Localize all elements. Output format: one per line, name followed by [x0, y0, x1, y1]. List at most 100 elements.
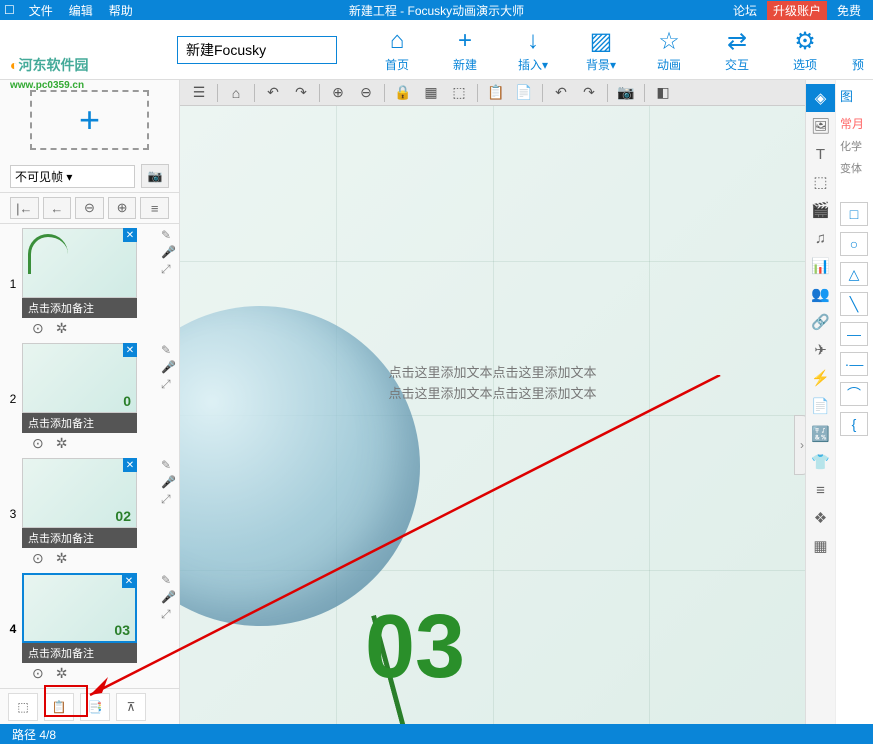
shape-circle[interactable]: ○	[840, 232, 868, 256]
nav-options[interactable]: ⚙选项	[775, 26, 835, 73]
slide-note[interactable]: 点击添加备注	[22, 413, 137, 433]
mic-icon[interactable]: 🎤	[161, 245, 175, 259]
canvas[interactable]: 03 点击这里添加文本点击这里添加文本 点击这里添加文本点击这里添加文本 ›	[180, 106, 805, 724]
tb-home[interactable]: ⌂	[223, 82, 249, 104]
close-icon[interactable]: ✕	[123, 458, 137, 472]
edit-icon[interactable]: ✎	[161, 458, 175, 472]
settings-icon[interactable]: ✲	[56, 550, 68, 567]
expand-icon[interactable]: ⤢	[161, 377, 175, 391]
shape-dashline[interactable]: ·—	[840, 352, 868, 376]
project-name-input[interactable]	[177, 36, 337, 64]
visibility-select[interactable]: 不可见帧 ▾	[10, 165, 135, 188]
menu-help[interactable]: 帮助	[101, 2, 141, 19]
panel-sublabel[interactable]: 变体	[840, 160, 869, 176]
nav-first[interactable]: |←	[10, 197, 39, 219]
tb-undo2[interactable]: ↶	[548, 82, 574, 104]
shape-hline[interactable]: —	[840, 322, 868, 346]
nav-new[interactable]: +新建	[435, 26, 495, 73]
slide-note[interactable]: 点击添加备注	[22, 298, 137, 318]
shape-line[interactable]: ╲	[840, 292, 868, 316]
play-icon[interactable]: ⊙	[32, 320, 44, 337]
text-placeholder[interactable]: 点击这里添加文本点击这里添加文本 点击这里添加文本点击这里添加文本	[388, 363, 596, 405]
rtool-people[interactable]: 👥	[806, 280, 835, 308]
close-icon[interactable]: ✕	[122, 574, 136, 588]
shape-triangle[interactable]: △	[840, 262, 868, 286]
panel-label[interactable]: 常月	[840, 115, 869, 132]
mic-icon[interactable]: 🎤	[161, 590, 175, 604]
bottom-btn-3[interactable]: 📑	[80, 693, 110, 721]
rtool-symbol[interactable]: 🔣	[806, 420, 835, 448]
bottom-btn-1[interactable]: ⬚	[8, 693, 38, 721]
mic-icon[interactable]: 🎤	[161, 475, 175, 489]
rtool-video[interactable]: 🎬	[806, 196, 835, 224]
rtool-shape[interactable]: ◈	[806, 84, 835, 112]
slide-thumbnail[interactable]: 02 ✕	[22, 458, 137, 528]
edit-icon[interactable]: ✎	[161, 228, 175, 242]
play-icon[interactable]: ⊙	[32, 550, 44, 567]
nav-menu[interactable]: ≡	[140, 197, 169, 219]
nav-preview[interactable]: 预	[843, 26, 873, 73]
upgrade-button[interactable]: 升级账户	[767, 1, 827, 20]
slide-note[interactable]: 点击添加备注	[22, 528, 137, 548]
bottom-btn-2[interactable]: 📋	[44, 693, 74, 721]
tb-zoomin[interactable]: ⊕	[325, 82, 351, 104]
nav-prev[interactable]: ←	[43, 197, 72, 219]
expand-icon[interactable]: ⤢	[161, 262, 175, 276]
settings-icon[interactable]: ✲	[56, 435, 68, 452]
forum-link[interactable]: 论坛	[725, 2, 765, 19]
free-link[interactable]: 免费	[829, 2, 869, 19]
nav-animation[interactable]: ☆动画	[639, 26, 699, 73]
rtool-text[interactable]: T	[806, 140, 835, 168]
zoom-in-nav[interactable]: ⊕	[108, 197, 137, 219]
rtool-list[interactable]: ≡	[806, 476, 835, 504]
settings-icon[interactable]: ✲	[56, 320, 68, 337]
slide-thumbnail[interactable]: 0 ✕	[22, 343, 137, 413]
rtool-shirt[interactable]: 👕	[806, 448, 835, 476]
add-slide-button[interactable]: +	[30, 90, 149, 150]
tb-lock[interactable]: 🔒	[390, 82, 416, 104]
tb-select[interactable]: ⬚	[446, 82, 472, 104]
camera-button[interactable]: 📷	[141, 164, 169, 188]
rtool-link[interactable]: 🔗	[806, 308, 835, 336]
close-icon[interactable]: ✕	[123, 228, 137, 242]
slide-thumbnail[interactable]: ✕	[22, 228, 137, 298]
shape-rect[interactable]: □	[840, 202, 868, 226]
rtool-doc[interactable]: 📄	[806, 392, 835, 420]
tb-zoomout[interactable]: ⊖	[353, 82, 379, 104]
menu-file[interactable]: 文件	[21, 2, 61, 19]
rtool-layers[interactable]: ❖	[806, 504, 835, 532]
rtool-frame[interactable]: ⬚	[806, 168, 835, 196]
tb-grid[interactable]: ▦	[418, 82, 444, 104]
expand-icon[interactable]: ⤢	[161, 607, 175, 621]
nav-home[interactable]: ⌂首页	[367, 26, 427, 73]
bottom-btn-4[interactable]: ⊼	[116, 693, 146, 721]
rtool-grid[interactable]: ▦	[806, 532, 835, 560]
rtool-flash[interactable]: ⚡	[806, 364, 835, 392]
edit-icon[interactable]: ✎	[161, 343, 175, 357]
rtool-image[interactable]: 🖼	[806, 112, 835, 140]
tb-undo[interactable]: ↶	[260, 82, 286, 104]
shape-arc[interactable]: ⌒	[840, 382, 868, 406]
menu-edit[interactable]: 编辑	[61, 2, 101, 19]
mic-icon[interactable]: 🎤	[161, 360, 175, 374]
rtool-music[interactable]: ♫	[806, 224, 835, 252]
play-icon[interactable]: ⊙	[32, 665, 44, 682]
slide-thumbnail[interactable]: 03 ✕	[22, 573, 137, 643]
tb-menu[interactable]: ☰	[186, 82, 212, 104]
nav-background[interactable]: ▨背景▾	[571, 26, 631, 73]
tb-paste[interactable]: 📄	[511, 82, 537, 104]
settings-icon[interactable]: ✲	[56, 665, 68, 682]
tb-redo2[interactable]: ↷	[576, 82, 602, 104]
rtool-plane[interactable]: ✈	[806, 336, 835, 364]
play-icon[interactable]: ⊙	[32, 435, 44, 452]
tb-redo[interactable]: ↷	[288, 82, 314, 104]
collapse-handle[interactable]: ›	[794, 415, 805, 475]
zoom-out-nav[interactable]: ⊖	[75, 197, 104, 219]
shape-brace[interactable]: {	[840, 412, 868, 436]
nav-insert[interactable]: ↓插入▾	[503, 26, 563, 73]
panel-sublabel[interactable]: 化学	[840, 138, 869, 154]
rtool-chart[interactable]: 📊	[806, 252, 835, 280]
expand-icon[interactable]: ⤢	[161, 492, 175, 506]
tb-camera[interactable]: 📷	[613, 82, 639, 104]
nav-interaction[interactable]: ⇄交互	[707, 26, 767, 73]
